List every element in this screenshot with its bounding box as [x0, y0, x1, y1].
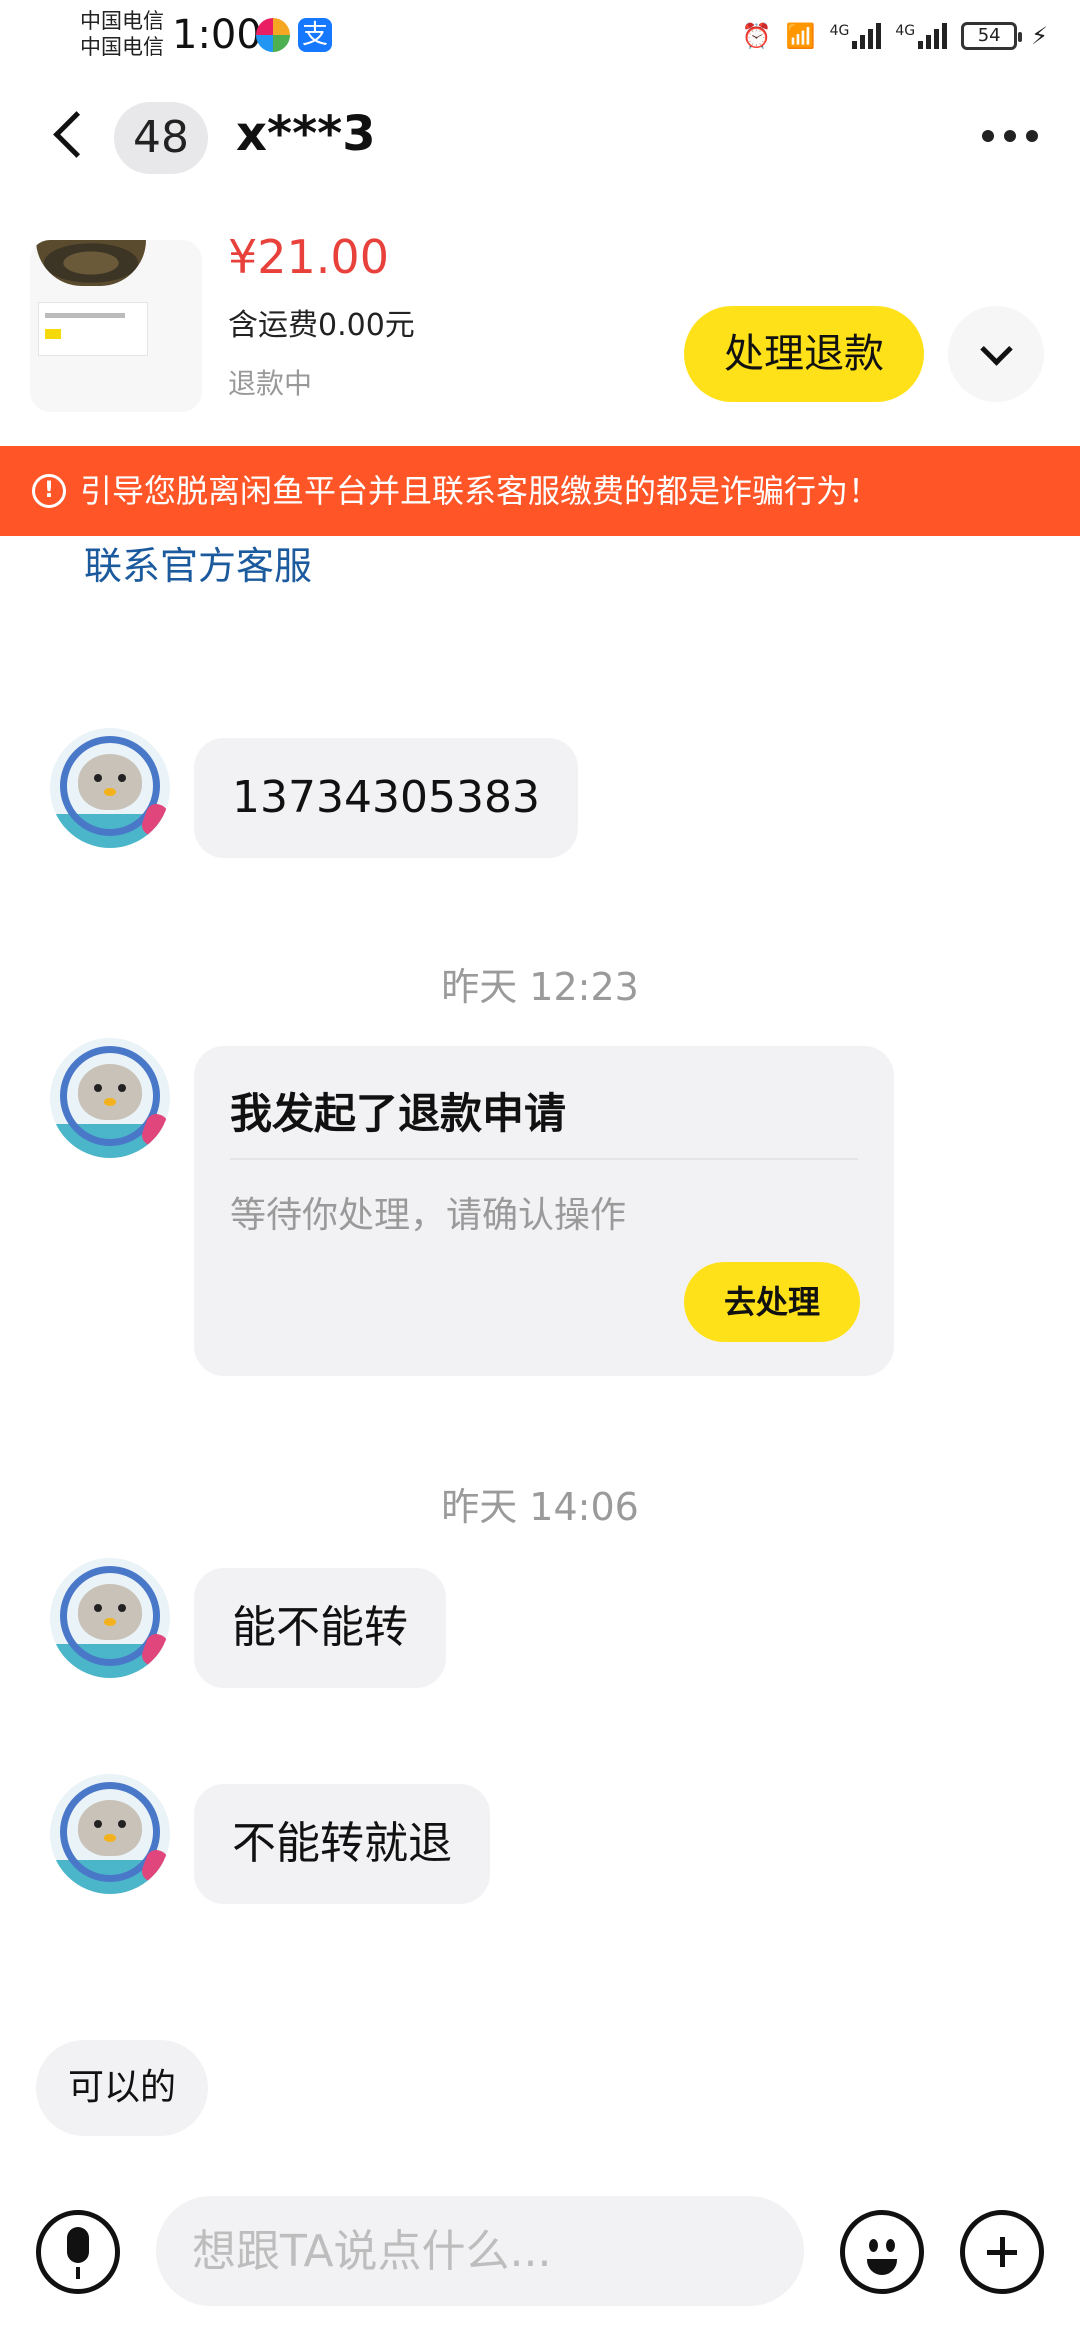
refund-request-card[interactable]: 我发起了退款申请 等待你处理，请确认操作 去处理: [194, 1046, 894, 1376]
microphone-icon[interactable]: [36, 2210, 120, 2294]
signal-icon-2: 4G: [895, 23, 948, 49]
notification-app-icon: [256, 18, 290, 52]
status-bar: 中国电信 中国电信 1:00 支 ⏰ 📶 4G 4G 54 ⚡: [0, 0, 1080, 72]
contact-avatar[interactable]: [50, 1558, 170, 1678]
back-arrow-icon[interactable]: [50, 106, 94, 166]
charging-icon: ⚡: [1031, 22, 1048, 50]
carrier-line-2: 中国电信: [80, 35, 164, 59]
contact-avatar[interactable]: [50, 1038, 170, 1158]
status-time: 1:00: [172, 12, 262, 58]
contact-support-link[interactable]: 联系官方客服: [84, 536, 312, 596]
chat-header: 48 x***3: [0, 90, 1080, 190]
warning-text: 引导您脱离闲鱼平台并且联系客服缴费的都是诈骗行为！: [80, 472, 881, 510]
go-handle-button[interactable]: 去处理: [684, 1262, 860, 1342]
quick-reply-chip[interactable]: 可以的: [36, 2040, 209, 2136]
message-bubble[interactable]: 13734305383: [194, 738, 578, 858]
product-price: ¥21.00: [228, 230, 389, 284]
signal-icon-1: 4G: [830, 23, 882, 49]
carrier-label: 中国电信 中国电信: [80, 8, 164, 60]
contact-avatar[interactable]: [50, 728, 170, 848]
alipay-icon: 支: [298, 18, 332, 52]
fraud-warning-banner: ! 引导您脱离闲鱼平台并且联系客服缴费的都是诈骗行为！: [0, 446, 1080, 536]
chevron-down-icon[interactable]: [948, 306, 1044, 402]
shipping-fee: 含运费0.00元: [228, 308, 415, 343]
product-thumbnail[interactable]: [30, 240, 202, 412]
handle-refund-button[interactable]: 处理退款: [684, 306, 924, 402]
emoji-icon[interactable]: [840, 2210, 924, 2294]
more-options-icon[interactable]: [970, 116, 1050, 156]
order-status: 退款中: [228, 367, 313, 400]
refund-card-subtitle: 等待你处理，请确认操作: [230, 1195, 627, 1236]
add-attachment-icon[interactable]: [960, 2210, 1044, 2294]
message-bubble[interactable]: 能不能转: [194, 1568, 446, 1688]
message-timestamp: 昨天 12:23: [441, 965, 639, 1009]
product-card[interactable]: ¥21.00 含运费0.00元 退款中 处理退款: [0, 210, 1080, 440]
message-input[interactable]: [156, 2196, 804, 2306]
unread-count-badge[interactable]: 48: [114, 102, 208, 174]
carrier-line-1: 中国电信: [80, 9, 164, 33]
warning-icon: !: [32, 474, 66, 508]
message-timestamp: 昨天 14:06: [441, 1485, 639, 1529]
alarm-icon: ⏰: [741, 22, 772, 50]
divider: [230, 1158, 858, 1160]
message-input-bar: [0, 2180, 1080, 2340]
refund-card-title: 我发起了退款申请: [230, 1089, 567, 1138]
wifi-icon: 📶: [785, 22, 816, 50]
message-bubble[interactable]: 不能转就退: [194, 1784, 490, 1904]
status-icons: ⏰ 📶 4G 4G 54 ⚡: [742, 16, 1048, 56]
battery-icon: 54: [961, 22, 1023, 50]
contact-name: x***3: [236, 106, 376, 162]
contact-avatar[interactable]: [50, 1774, 170, 1894]
